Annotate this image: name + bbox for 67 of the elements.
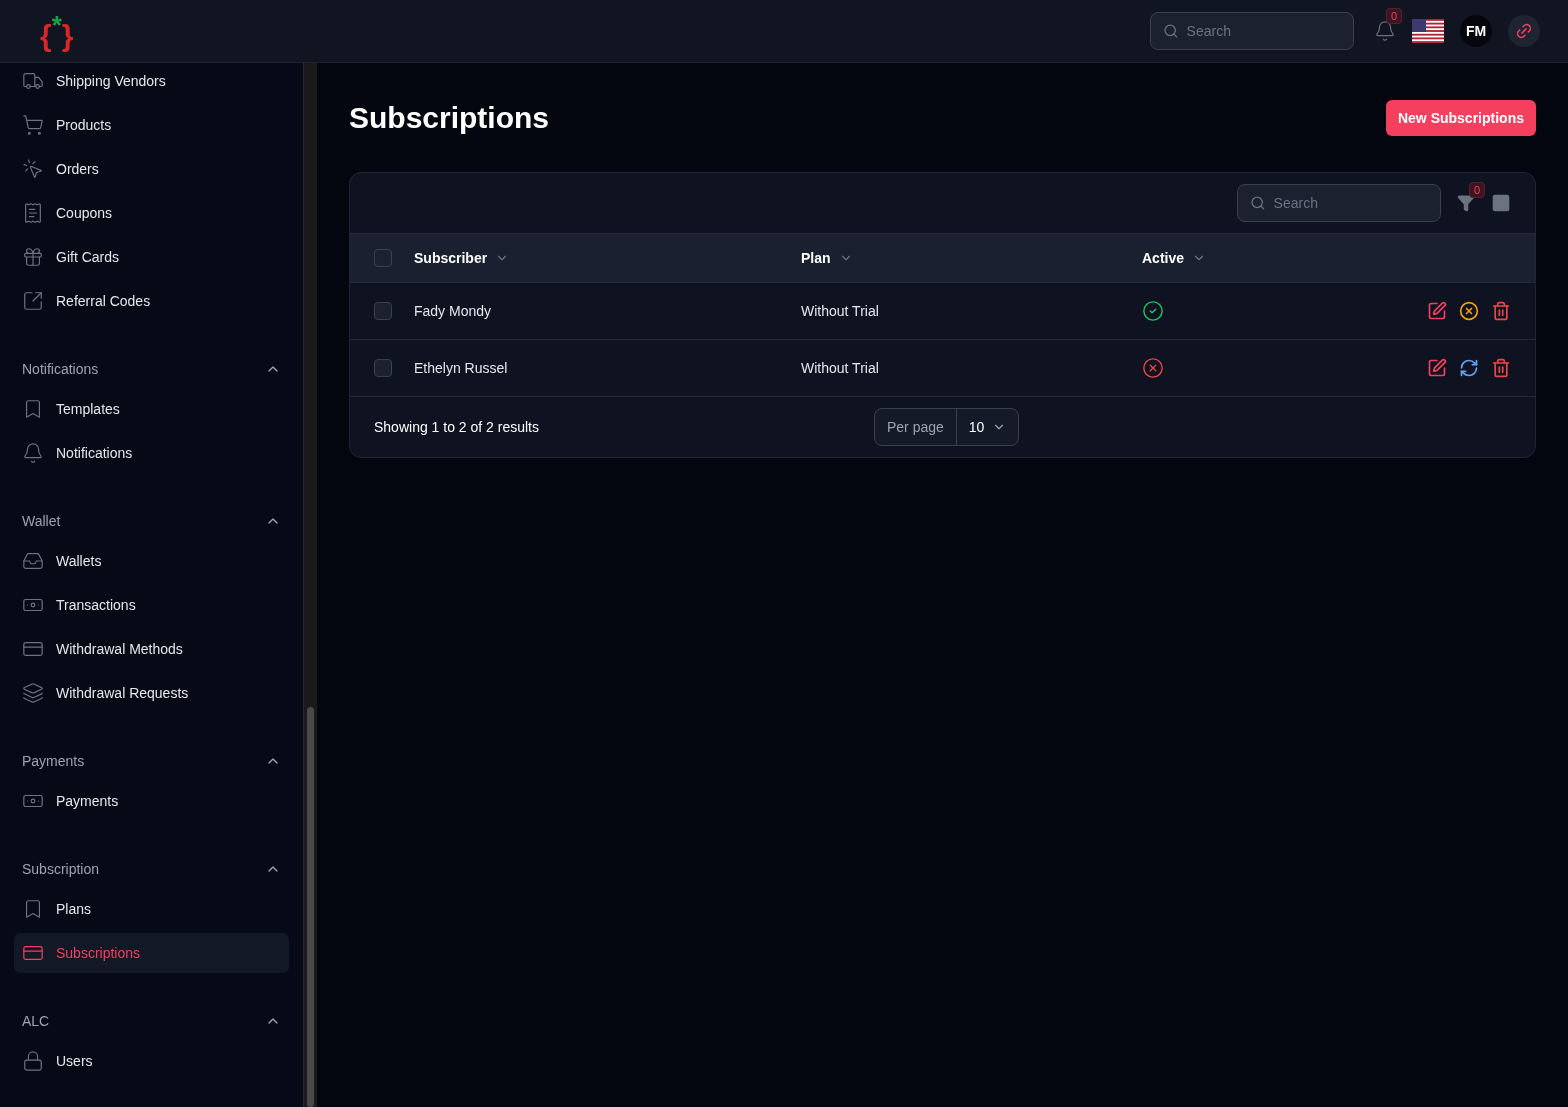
link-button[interactable] <box>1508 15 1540 47</box>
section-title: ALC <box>22 1012 50 1031</box>
results-summary: Showing 1 to 2 of 2 results <box>374 418 540 437</box>
scrollbar[interactable] <box>303 63 317 1107</box>
filter-badge: 0 <box>1469 182 1486 198</box>
lock-icon <box>22 1050 44 1072</box>
new-subscription-button[interactable]: New Subscriptions <box>1385 99 1536 136</box>
section-title: Subscription <box>22 860 100 879</box>
sidebar-item[interactable]: Subscriptions <box>14 933 289 973</box>
table-cell: Without Trial <box>801 360 879 376</box>
edit-icon[interactable] <box>1427 358 1447 378</box>
search-field[interactable]: Search <box>1150 12 1354 50</box>
cart-icon <box>22 114 44 136</box>
sidebar-item[interactable]: Withdrawal Requests <box>14 673 289 713</box>
edit-icon[interactable] <box>1427 301 1447 321</box>
column-header[interactable]: Subscriber <box>414 248 488 268</box>
per-page-select[interactable]: Per page 10 <box>874 408 1020 446</box>
inbox-icon <box>22 550 44 572</box>
row-checkbox[interactable] <box>374 359 392 377</box>
section-title: Notifications <box>22 360 99 379</box>
stack-icon <box>22 682 44 704</box>
table-cell: Ethelyn Russel <box>414 360 508 376</box>
cursor-icon <box>22 158 44 180</box>
table-search-input[interactable]: Search <box>1273 193 1428 213</box>
section-title: Payments <box>22 752 85 771</box>
bell-icon <box>22 442 44 464</box>
sidebar-item[interactable]: Products <box>14 105 289 145</box>
external-link-icon <box>22 290 44 312</box>
page-title: Subscriptions <box>349 100 550 136</box>
column-header[interactable]: Plan <box>801 248 831 268</box>
truck-icon <box>22 70 44 92</box>
delete-icon[interactable] <box>1491 301 1511 321</box>
sidebar-item[interactable]: Gift Cards <box>14 237 289 277</box>
sidebar-item[interactable]: Plans <box>14 889 289 929</box>
refresh-icon[interactable] <box>1459 358 1479 378</box>
sidebar-item[interactable]: Payments <box>14 781 289 821</box>
delete-icon[interactable] <box>1491 358 1511 378</box>
column-header[interactable]: Active <box>1142 248 1185 268</box>
sidebar-item[interactable]: Wallets <box>14 541 289 581</box>
search-icon <box>1250 194 1266 212</box>
search-input[interactable]: Search <box>1186 21 1341 41</box>
per-page-value: 10 <box>967 418 986 437</box>
sidebar-item[interactable]: Notifications <box>14 433 289 473</box>
row-checkbox[interactable] <box>374 302 392 320</box>
bell-icon[interactable] <box>1374 20 1396 42</box>
table-search-field[interactable]: Search <box>1237 184 1441 222</box>
gift-icon <box>22 246 44 268</box>
sidebar-item[interactable]: Referral Codes <box>14 281 289 321</box>
notification-badge: 0 <box>1386 8 1403 24</box>
search-icon <box>1163 22 1179 40</box>
logo[interactable]: {*} <box>40 9 74 53</box>
sidebar-item[interactable]: Withdrawal Methods <box>14 629 289 669</box>
sidebar-item[interactable]: Shipping Vendors <box>14 63 289 101</box>
receipt-icon <box>22 202 44 224</box>
table-cell: Fady Mondy <box>414 303 492 319</box>
table-cell: Without Trial <box>801 303 879 319</box>
sidebar-item[interactable]: Templates <box>14 389 289 429</box>
per-page-label: Per page <box>875 409 957 445</box>
sidebar-item[interactable]: Transactions <box>14 585 289 625</box>
select-all-checkbox[interactable] <box>374 249 392 267</box>
sidebar-item[interactable]: Orders <box>14 149 289 189</box>
sidebar-item[interactable]: Coupons <box>14 193 289 233</box>
cancel-icon[interactable] <box>1459 301 1479 321</box>
sidebar-item[interactable]: Users <box>14 1041 289 1081</box>
section-title: Wallet <box>22 512 61 531</box>
flag-icon[interactable] <box>1412 19 1444 43</box>
avatar[interactable]: FM <box>1460 15 1492 47</box>
